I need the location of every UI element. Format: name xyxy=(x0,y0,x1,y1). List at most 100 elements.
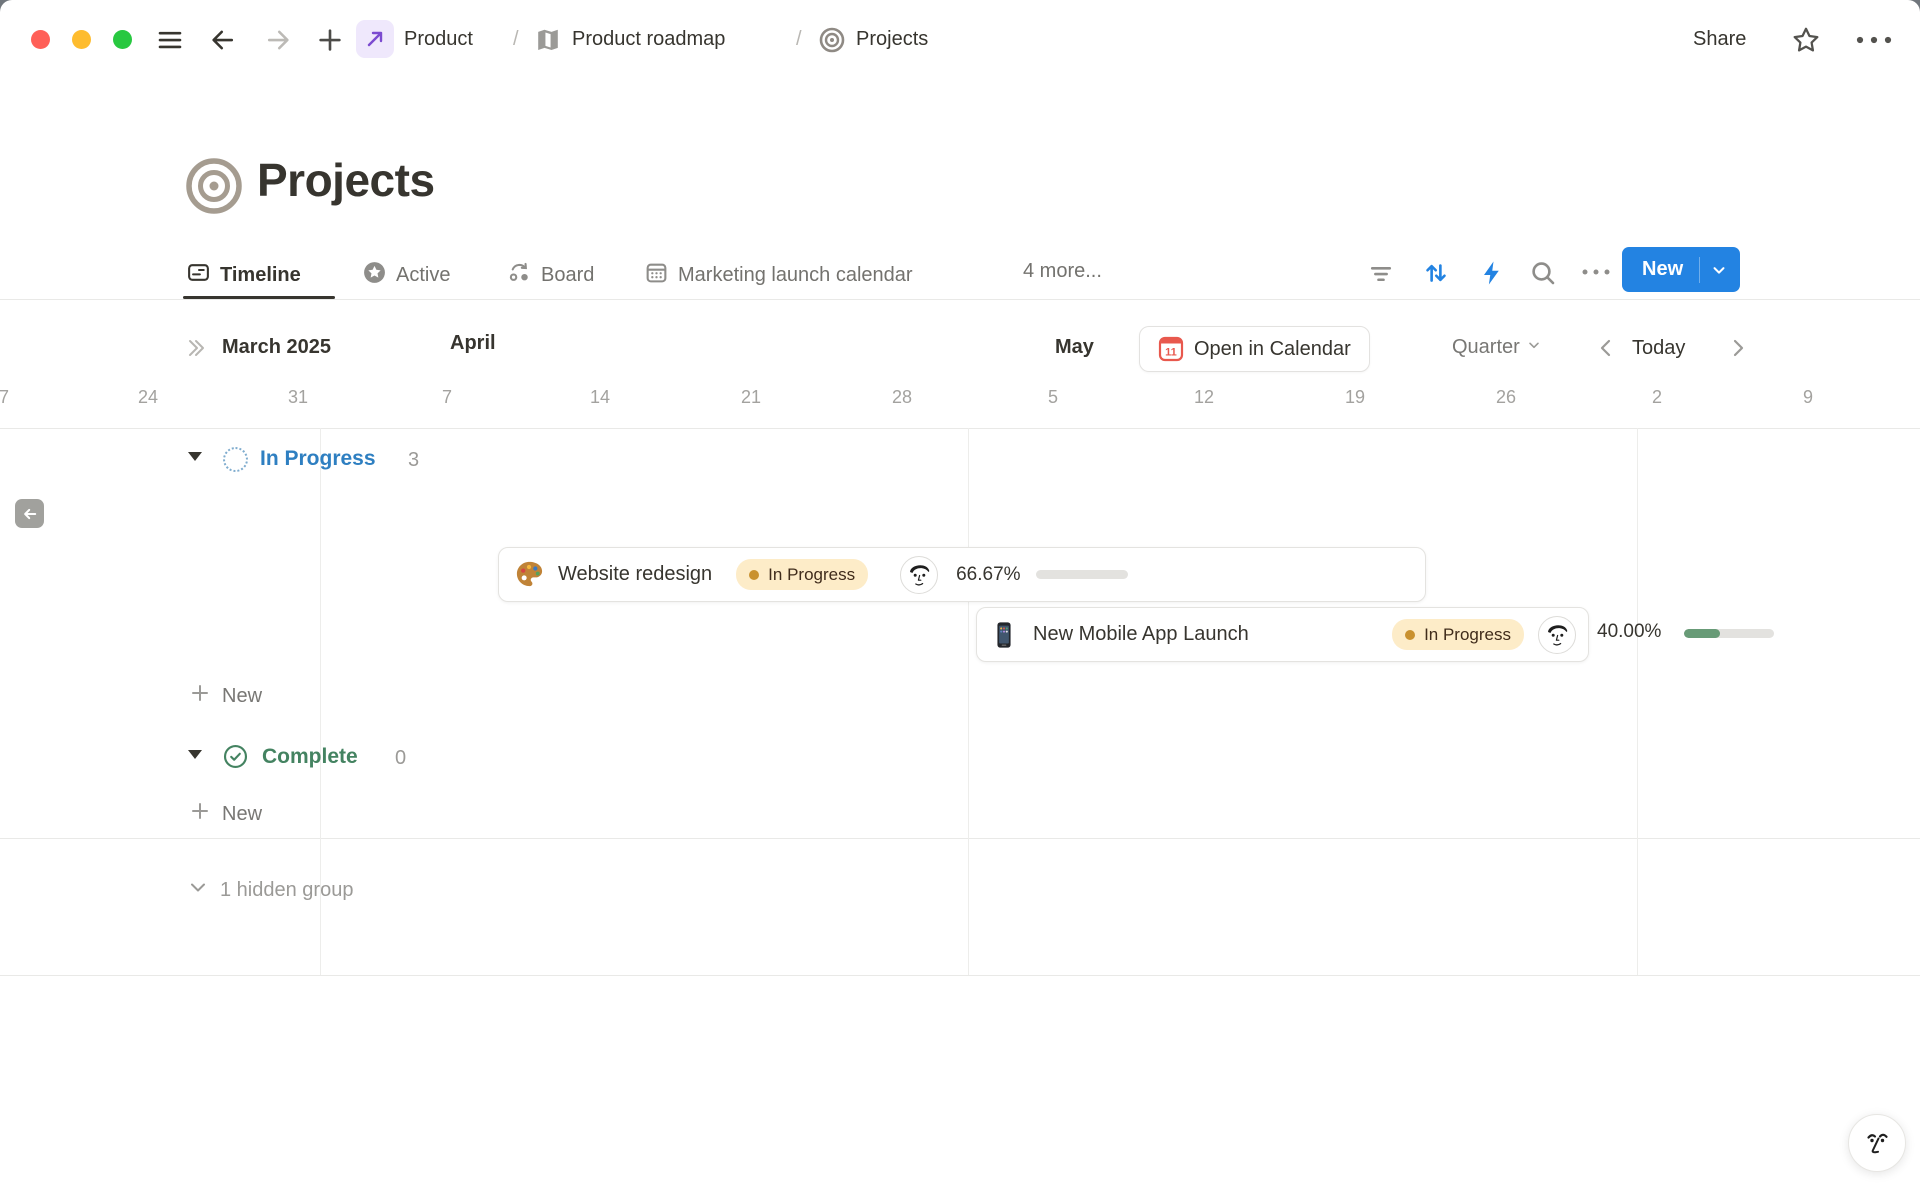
window-minimize-button[interactable] xyxy=(72,30,91,49)
month-label: May xyxy=(1055,335,1094,360)
breadcrumb-separator: / xyxy=(513,27,519,52)
date-tick: 19 xyxy=(1345,386,1365,409)
progress-percent: 40.00% xyxy=(1597,620,1661,644)
hidden-group-label: 1 hidden group xyxy=(220,879,353,902)
tabs-divider xyxy=(0,299,1920,300)
timeline-section-border xyxy=(0,838,1920,839)
timeline-scroll-left-button[interactable] xyxy=(15,499,44,528)
date-tick: 7 xyxy=(0,386,9,409)
page-target-icon[interactable] xyxy=(184,156,244,216)
new-row-label: New xyxy=(222,685,262,708)
breadcrumb-item[interactable]: Product roadmap xyxy=(572,27,725,52)
window-zoom-button[interactable] xyxy=(113,30,132,49)
breadcrumb-separator: / xyxy=(796,27,802,52)
arrow-left-icon xyxy=(21,505,39,523)
date-tick: 12 xyxy=(1194,386,1214,409)
group-count: 0 xyxy=(395,746,406,771)
date-tick: 31 xyxy=(288,386,308,409)
breadcrumb-item[interactable]: Projects xyxy=(856,27,928,52)
collapse-group-icon[interactable] xyxy=(188,750,202,759)
today-button[interactable]: Today xyxy=(1632,336,1685,361)
star-circle-icon xyxy=(362,260,387,291)
tab-label: Timeline xyxy=(220,264,301,287)
timeline-card-website-redesign[interactable]: Website redesign In Progress 66.67% xyxy=(498,547,1426,602)
date-tick: 26 xyxy=(1496,386,1516,409)
progress-bar-fill xyxy=(1684,629,1720,638)
svg-text:11: 11 xyxy=(1165,347,1177,359)
tab-board[interactable]: Board xyxy=(507,260,594,291)
hidden-group-toggle[interactable]: 1 hidden group xyxy=(186,875,353,905)
plus-icon xyxy=(188,681,212,711)
new-button[interactable]: New xyxy=(1622,247,1740,292)
card-title: New Mobile App Launch xyxy=(1033,623,1249,646)
automation-bolt-icon[interactable] xyxy=(1477,258,1507,288)
date-tick: 7 xyxy=(442,386,452,409)
share-button[interactable]: Share xyxy=(1693,27,1746,52)
status-dot-icon xyxy=(1405,630,1415,640)
tab-more[interactable]: 4 more... xyxy=(1023,260,1102,283)
group-label-in-progress[interactable]: In Progress xyxy=(260,446,376,472)
tab-label: Marketing launch calendar xyxy=(678,264,913,287)
card-title: Website redesign xyxy=(558,563,712,586)
in-progress-status-icon xyxy=(223,447,248,472)
date-tick: 14 xyxy=(590,386,610,409)
plus-icon xyxy=(188,799,212,829)
complete-status-icon xyxy=(222,743,249,770)
breadcrumb-product-icon[interactable] xyxy=(356,20,394,58)
map-icon xyxy=(534,26,562,54)
timeline-bottom-border xyxy=(0,975,1920,976)
open-in-calendar-button[interactable]: 11 Open in Calendar xyxy=(1139,326,1370,372)
breadcrumb-item[interactable]: Product xyxy=(404,27,473,52)
group-count: 3 xyxy=(408,448,419,473)
month-label: March 2025 xyxy=(222,335,331,360)
status-label: In Progress xyxy=(1424,625,1511,645)
collapse-group-icon[interactable] xyxy=(188,452,202,461)
back-icon[interactable] xyxy=(208,25,238,55)
group-label-complete[interactable]: Complete xyxy=(262,744,358,770)
window-close-button[interactable] xyxy=(31,30,50,49)
scroll-months-back-icon[interactable] xyxy=(183,337,209,359)
timeline-top-border xyxy=(0,428,1920,429)
tab-label: Board xyxy=(541,264,594,287)
timeline-view-icon xyxy=(186,260,211,291)
calendar-view-icon xyxy=(644,260,669,291)
month-label: April xyxy=(450,331,496,356)
palette-icon xyxy=(514,559,545,590)
progress-bar xyxy=(1036,570,1128,579)
more-options-icon[interactable] xyxy=(1852,28,1896,52)
chevron-down-icon xyxy=(1526,336,1542,359)
month-gridline xyxy=(968,428,969,975)
tab-timeline[interactable]: Timeline xyxy=(186,260,301,291)
tab-marketing-launch-calendar[interactable]: Marketing launch calendar xyxy=(644,260,913,291)
sidebar-menu-icon[interactable] xyxy=(155,25,185,55)
previous-period-icon[interactable] xyxy=(1596,337,1616,359)
filter-icon[interactable] xyxy=(1366,258,1396,288)
date-tick: 9 xyxy=(1803,386,1813,409)
date-tick: 21 xyxy=(741,386,761,409)
status-dot-icon xyxy=(749,570,759,580)
next-period-icon[interactable] xyxy=(1728,337,1748,359)
favorite-star-icon[interactable] xyxy=(1790,24,1822,56)
page-title[interactable]: Projects xyxy=(257,152,435,210)
add-new-item-button[interactable]: New xyxy=(188,799,262,829)
notion-window: Product / Product roadmap / Projects Sha… xyxy=(0,0,1920,1200)
target-icon xyxy=(818,26,846,54)
view-options-icon[interactable] xyxy=(1578,262,1614,282)
notion-ai-button[interactable] xyxy=(1848,1114,1906,1172)
new-page-plus-icon[interactable] xyxy=(315,25,345,55)
sort-icon[interactable] xyxy=(1421,258,1451,288)
search-icon[interactable] xyxy=(1528,258,1558,288)
date-tick: 2 xyxy=(1652,386,1662,409)
forward-icon[interactable] xyxy=(263,25,293,55)
date-tick: 28 xyxy=(892,386,912,409)
month-gridline xyxy=(1637,428,1638,975)
phone-icon xyxy=(989,620,1019,650)
assignee-avatar xyxy=(900,556,938,594)
tab-active[interactable]: Active xyxy=(362,260,450,291)
timeline-zoom-select[interactable]: Quarter xyxy=(1452,336,1542,359)
progress-bar xyxy=(1684,629,1774,638)
chevron-down-icon[interactable] xyxy=(1700,261,1740,279)
add-new-item-button[interactable]: New xyxy=(188,681,262,711)
timeline-card-new-mobile-app-launch[interactable]: New Mobile App Launch In Progress xyxy=(976,607,1589,662)
active-tab-underline xyxy=(183,296,335,299)
